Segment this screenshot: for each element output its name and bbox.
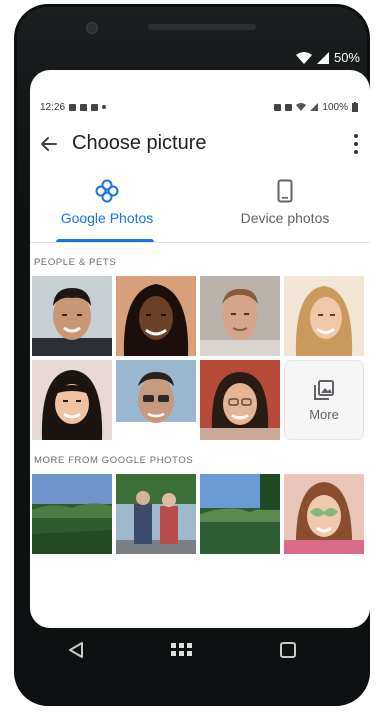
device-battery-text: 50% (333, 50, 360, 65)
system-navigation-bar (30, 630, 370, 670)
more-notifications-icon (102, 105, 107, 109)
nav-back-button[interactable] (64, 638, 88, 662)
person-photo[interactable] (116, 276, 196, 356)
selected-tab-indicator (56, 239, 154, 242)
person-thumbnail (32, 360, 112, 440)
signal-icon (316, 51, 329, 64)
landscape-thumbnail (200, 474, 280, 554)
app-status-bar: 12:26 100% (40, 100, 358, 114)
photo-thumbnail[interactable] (116, 474, 196, 554)
phone-icon (277, 179, 293, 203)
kebab-dot (354, 142, 358, 146)
google-photos-grid (30, 474, 370, 554)
photo-thumbnail[interactable] (284, 474, 364, 554)
wifi-icon (295, 51, 312, 64)
grid-home-icon (171, 643, 192, 656)
source-tabs: Google Photos Device photos (30, 178, 370, 243)
person-photo[interactable] (284, 276, 364, 356)
overflow-menu-button[interactable] (352, 134, 360, 154)
notification-icon (69, 103, 77, 111)
tab-google-photos-label: Google Photos (60, 210, 154, 226)
status-battery-text: 100% (322, 101, 348, 113)
photo-thumbnail[interactable] (200, 474, 280, 554)
photo-thumbnail[interactable] (32, 474, 112, 554)
landscape-thumbnail (32, 474, 112, 554)
tab-device-photos-label: Device photos (240, 210, 330, 226)
kebab-dot (354, 134, 358, 138)
app-bar: Choose picture (30, 126, 370, 162)
person-thumbnail (32, 276, 112, 356)
person-thumbnail (116, 276, 196, 356)
square-recents-icon (280, 642, 296, 658)
battery-icon (352, 102, 358, 112)
person-thumbnail (116, 360, 196, 440)
section-header-more-from-google-photos: MORE FROM GOOGLE PHOTOS (34, 455, 194, 466)
tab-google-photos[interactable]: Google Photos (52, 178, 162, 242)
triangle-back-icon (69, 642, 83, 658)
photo-library-icon (314, 379, 334, 400)
nav-home-button[interactable] (170, 638, 194, 662)
status-time: 12:26 (40, 101, 66, 113)
message-icon (91, 103, 99, 111)
arrow-left-icon (41, 137, 57, 151)
front-camera (86, 22, 98, 34)
person-photo[interactable] (32, 360, 112, 440)
back-button[interactable] (36, 132, 60, 156)
device-status-bar: 50% (295, 50, 360, 65)
child-face-paint-thumbnail (284, 474, 364, 554)
pinwheel-icon (95, 179, 119, 203)
person-thumbnail (200, 360, 280, 440)
more-label: More (309, 406, 339, 422)
signal-small-icon (310, 103, 319, 111)
tab-device-photos[interactable]: Device photos (230, 178, 340, 242)
person-photo[interactable] (200, 360, 280, 440)
calendar-icon (80, 103, 88, 111)
app-screen: 12:26 100% Choose picture Google Photos … (30, 70, 370, 628)
section-header-people: PEOPLE & PETS (34, 257, 117, 268)
person-thumbnail (284, 276, 364, 356)
people-outdoors-thumbnail (116, 474, 196, 554)
person-photo[interactable] (32, 276, 112, 356)
person-photo[interactable] (116, 360, 196, 440)
kebab-dot (354, 150, 358, 154)
page-title: Choose picture (72, 132, 207, 154)
vibrate-icon (274, 103, 282, 111)
nav-recents-button[interactable] (276, 638, 300, 662)
wifi-small-icon (296, 103, 307, 111)
person-photo[interactable] (200, 276, 280, 356)
more-people-button[interactable]: More (284, 360, 364, 440)
people-grid: More (30, 276, 370, 440)
person-thumbnail (200, 276, 280, 356)
bluetooth-icon (285, 103, 293, 111)
earpiece-speaker (148, 24, 256, 30)
